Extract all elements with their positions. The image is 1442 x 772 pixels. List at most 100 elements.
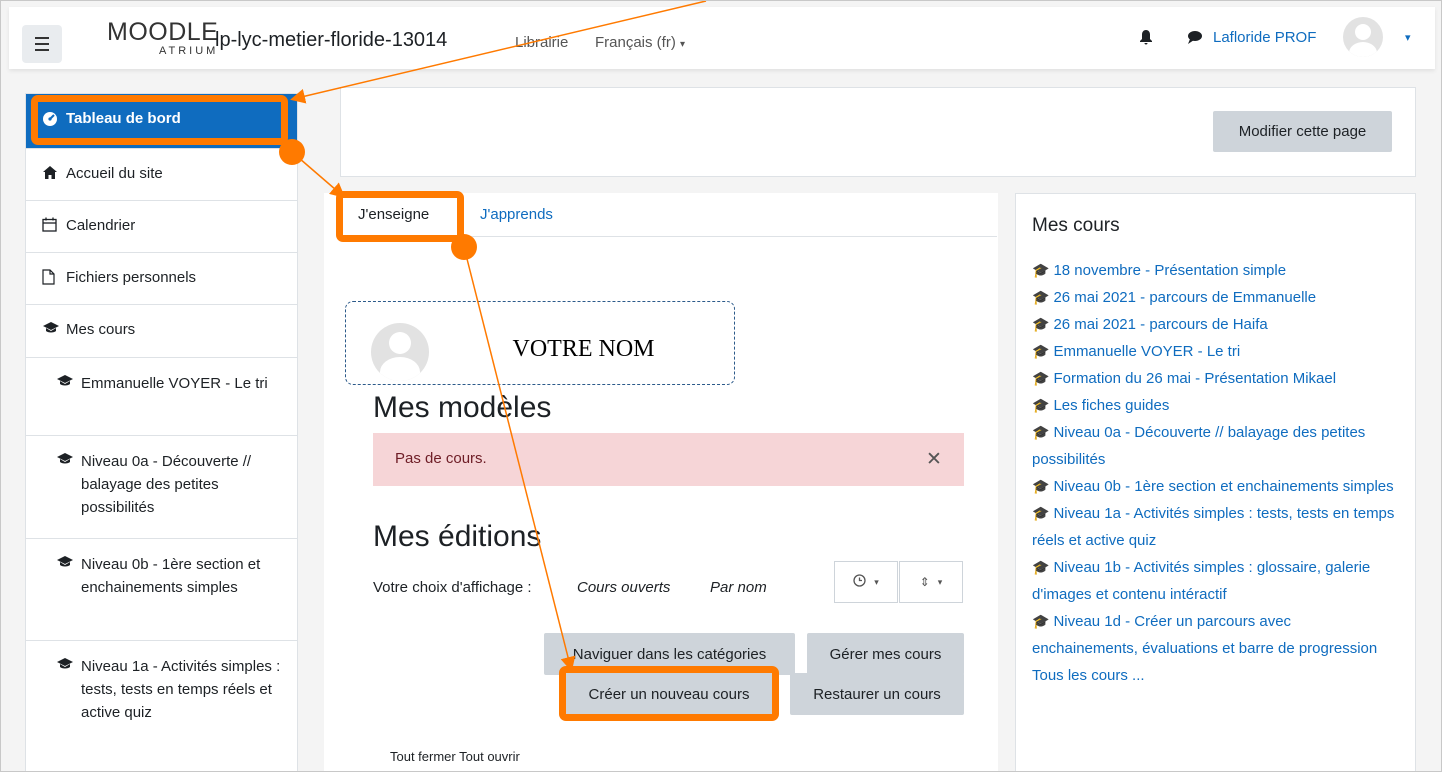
sidebar-item-home[interactable]: Accueil du site <box>26 148 297 200</box>
restore-course-button[interactable]: Restaurer un cours <box>790 673 964 715</box>
top-navbar: MOODLE ATRIUM lp-lyc-metier-floride-1301… <box>9 7 1435 69</box>
course-link[interactable]: Les fiches guides <box>1053 397 1169 414</box>
list-item[interactable]: 🎓 18 novembre - Présentation simple <box>1032 257 1397 284</box>
user-menu-name[interactable]: Lafloride PROF <box>1213 29 1316 46</box>
user-menu-caret-icon[interactable]: ▾ <box>1405 31 1411 44</box>
sidebar-item-label: Mes cours <box>66 321 136 338</box>
profile-avatar <box>371 323 429 381</box>
hamburger-icon <box>35 35 49 53</box>
sidebar-item-label: Niveau 1a - Activités simples : tests, t… <box>81 658 281 721</box>
tabs-divider <box>341 236 997 237</box>
course-link[interactable]: Formation du 26 mai - Présentation Mikae… <box>1053 370 1336 387</box>
site-name[interactable]: lp-lyc-metier-floride-13014 <box>215 29 447 52</box>
chat-bubble-icon[interactable] <box>1187 29 1203 49</box>
sidebar-item-course[interactable]: Emmanuelle VOYER - Le tri <box>26 357 297 435</box>
sidebar-item-course[interactable]: Niveau 0a - Découverte // balayage des p… <box>26 435 297 538</box>
course-link[interactable]: 18 novembre - Présentation simple <box>1053 262 1286 279</box>
list-item[interactable]: 🎓 Niveau 1d - Créer un parcours avec ench… <box>1032 608 1397 662</box>
models-heading: Mes modèles <box>373 391 552 424</box>
list-item[interactable]: 🎓 Les fiches guides <box>1032 392 1397 419</box>
course-link[interactable]: 26 mai 2021 - parcours de Emmanuelle <box>1053 289 1316 306</box>
filter-dropdown[interactable]: ▾ <box>834 561 898 603</box>
graduation-cap-icon: 🎓 <box>1032 613 1050 629</box>
editions-heading: Mes éditions <box>373 520 542 553</box>
course-link[interactable]: Emmanuelle VOYER - Le tri <box>1053 343 1240 360</box>
sidebar-item-course[interactable]: Niveau 0b - 1ère section et enchainement… <box>26 538 297 640</box>
browse-categories-button[interactable]: Naviguer dans les catégories <box>544 633 795 675</box>
site-logo[interactable]: MOODLE ATRIUM <box>107 18 219 63</box>
list-item[interactable]: 🎓 26 mai 2021 - parcours de Emmanuelle <box>1032 284 1397 311</box>
graduation-cap-icon: 🎓 <box>1032 478 1050 494</box>
file-icon <box>42 269 55 289</box>
all-courses-link[interactable]: Tous les cours ... <box>1032 667 1145 684</box>
calendar-icon <box>42 217 57 236</box>
tab-learning[interactable]: J'apprends <box>480 206 553 223</box>
sidebar-item-course[interactable]: Niveau 1a - Activités simples : tests, t… <box>26 640 297 770</box>
logo-main: MOODLE <box>107 18 219 46</box>
list-item[interactable]: 🎓 26 mai 2021 - parcours de Haifa <box>1032 311 1397 338</box>
course-link[interactable]: Niveau 0a - Découverte // balayage des p… <box>1032 424 1365 468</box>
graduation-cap-icon: 🎓 <box>1032 505 1050 521</box>
graduation-cap-icon: 🎓 <box>1032 343 1050 359</box>
display-filter-value: Cours ouverts <box>577 579 671 596</box>
course-link[interactable]: 26 mai 2021 - parcours de Haifa <box>1053 316 1267 333</box>
list-item[interactable]: 🎓 Formation du 26 mai - Présentation Mika… <box>1032 365 1397 392</box>
graduation-cap-icon: 🎓 <box>1032 262 1050 278</box>
graduation-cap-icon <box>56 555 74 572</box>
sort-icon: ⇕ <box>919 575 930 589</box>
list-item[interactable]: Tous les cours ... <box>1032 662 1397 689</box>
list-item[interactable]: 🎓 Niveau 0b - 1ère section et enchainemen… <box>1032 473 1397 500</box>
nav-link-librairie[interactable]: Librairie <box>515 34 568 51</box>
caret-down-icon: ▾ <box>680 39 686 50</box>
list-item[interactable]: 🎓 Emmanuelle VOYER - Le tri <box>1032 338 1397 365</box>
list-item[interactable]: 🎓 Niveau 0a - Découverte // balayage des … <box>1032 419 1397 473</box>
name-overlay: VOTRE NOM <box>448 326 719 372</box>
close-icon[interactable]: ✕ <box>926 448 942 471</box>
list-item[interactable]: 🎓 Niveau 1a - Activités simples : tests, … <box>1032 500 1397 554</box>
display-choice-label: Votre choix d'affichage : <box>373 579 532 596</box>
annotation-dot <box>279 139 305 165</box>
display-sort-value: Par nom <box>710 579 767 596</box>
course-link[interactable]: Niveau 1b - Activités simples : glossair… <box>1032 559 1370 603</box>
list-item[interactable]: 🎓 Niveau 1b - Activités simples : glossai… <box>1032 554 1397 608</box>
language-menu[interactable]: Français (fr) ▾ <box>595 34 685 51</box>
graduation-cap-icon: 🎓 <box>1032 316 1050 332</box>
collapse-all-link[interactable]: Tout fermer <box>390 749 456 764</box>
sidebar-item-label: Fichiers personnels <box>66 269 197 286</box>
bell-icon[interactable] <box>1139 29 1153 49</box>
clock-icon <box>853 574 866 590</box>
edit-page-button[interactable]: Modifier cette page <box>1213 111 1392 152</box>
expand-all-link[interactable]: Tout ouvrir <box>459 749 520 764</box>
language-label: Français (fr) <box>595 34 676 51</box>
menu-toggle-button[interactable] <box>22 25 62 63</box>
sidebar-item-my-courses[interactable]: Mes cours <box>26 304 297 357</box>
dashboard-icon <box>42 110 58 130</box>
user-avatar[interactable] <box>1343 17 1383 57</box>
graduation-cap-icon: 🎓 <box>1032 397 1050 413</box>
course-link[interactable]: Niveau 1a - Activités simples : tests, t… <box>1032 505 1394 549</box>
home-icon <box>42 165 58 184</box>
graduation-cap-icon <box>56 374 74 391</box>
sidebar-item-label: Emmanuelle VOYER - Le tri <box>81 375 268 392</box>
sidebar-item-private-files[interactable]: Fichiers personnels <box>26 252 297 304</box>
sort-dropdown[interactable]: ⇕ ▾ <box>899 561 963 603</box>
collapse-expand-links: Tout fermer Tout ouvrir <box>390 749 520 764</box>
course-link[interactable]: Niveau 1d - Créer un parcours avec encha… <box>1032 613 1377 657</box>
nav-drawer: Tableau de bord Accueil du site Calendri… <box>25 93 298 771</box>
create-course-button[interactable]: Créer un nouveau cours <box>562 673 776 715</box>
sidebar-item-label: Accueil du site <box>66 165 163 182</box>
graduation-cap-icon <box>42 321 60 338</box>
course-link[interactable]: Niveau 0b - 1ère section et enchainement… <box>1053 478 1393 495</box>
graduation-cap-icon: 🎓 <box>1032 289 1050 305</box>
logo-sub: ATRIUM <box>159 45 219 57</box>
graduation-cap-icon: 🎓 <box>1032 559 1050 575</box>
manage-courses-button[interactable]: Gérer mes cours <box>807 633 964 675</box>
sidebar-item-label: Tableau de bord <box>66 110 181 127</box>
graduation-cap-icon <box>56 657 74 674</box>
caret-down-icon: ▾ <box>874 576 879 587</box>
tab-teaching[interactable]: J'enseigne <box>358 206 429 223</box>
sidebar-item-label: Niveau 0a - Découverte // balayage des p… <box>81 453 252 516</box>
annotation-dot <box>451 234 477 260</box>
sidebar-item-calendar[interactable]: Calendrier <box>26 200 297 252</box>
sidebar-item-dashboard[interactable]: Tableau de bord <box>26 94 297 148</box>
